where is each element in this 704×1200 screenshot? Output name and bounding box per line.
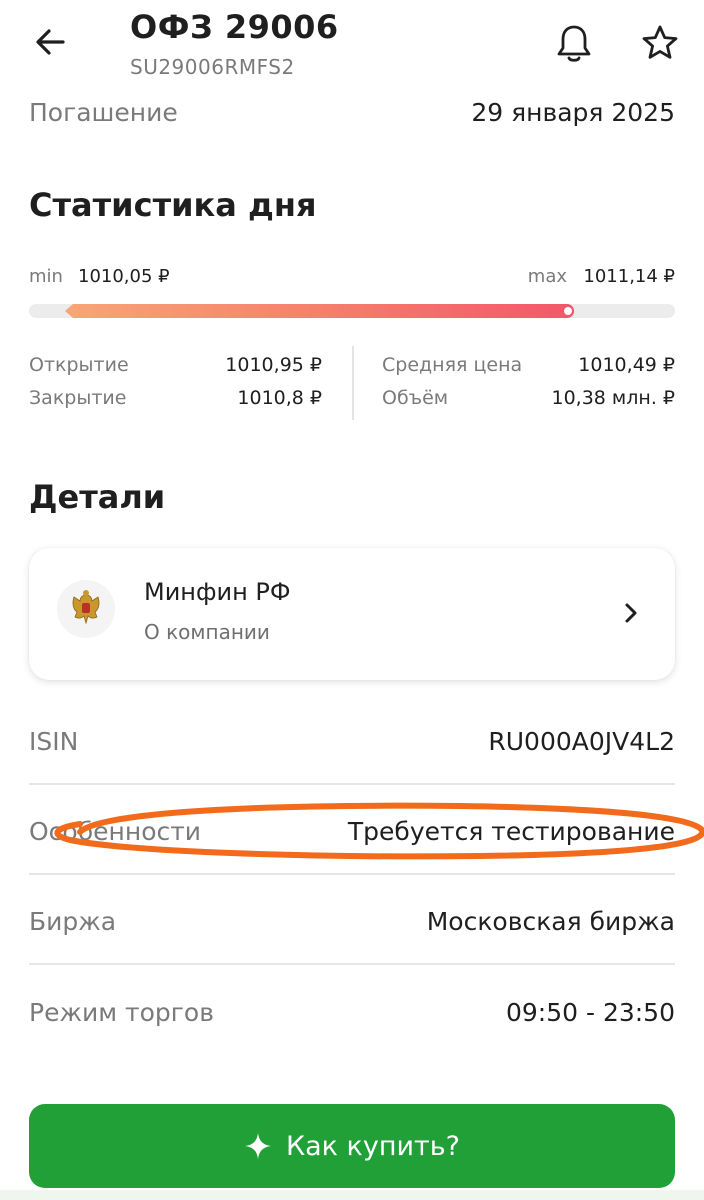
page-title: ОФЗ 29006 (130, 8, 339, 46)
bottom-strip (0, 1190, 704, 1200)
chevron-right-icon (619, 598, 643, 628)
stat-label: Закрытие (29, 387, 127, 409)
detail-value: RU000A0JV4L2 (488, 726, 675, 756)
details-title: Детали (29, 478, 166, 516)
maturity-label: Погашение (29, 97, 178, 127)
stat-volume: Объём 10,38 млн. ₽ (382, 387, 675, 417)
stats-divider (352, 346, 354, 420)
stat-value: 1010,49 ₽ (578, 354, 675, 376)
row-divider (29, 783, 675, 785)
detail-row-trading-hours: Режим торгов 09:50 - 23:50 (29, 967, 675, 1057)
detail-label: Особенности (29, 816, 202, 846)
max-value: 1011,14 ₽ (583, 266, 675, 287)
row-divider (29, 873, 675, 875)
min-value: 1010,05 ₽ (78, 266, 170, 287)
back-button[interactable] (26, 20, 74, 64)
detail-row-features: Особенности Требуется тестирование (29, 786, 675, 876)
company-name: Минфин РФ (144, 578, 291, 606)
stat-value: 1010,8 ₽ (237, 387, 322, 409)
price-range-bar (29, 304, 675, 318)
arrow-left-icon (36, 29, 65, 55)
maturity-row: Погашение 29 января 2025 (29, 92, 675, 132)
ticker-code: SU29006RMFS2 (130, 55, 295, 79)
favorite-button[interactable] (634, 18, 686, 68)
notifications-button[interactable] (548, 18, 600, 68)
day-stats-title: Статистика дня (29, 186, 317, 224)
bell-icon (557, 25, 591, 62)
stat-label: Открытие (29, 354, 129, 376)
how-to-buy-label: Как купить? (285, 1130, 461, 1162)
detail-value: 09:50 - 23:50 (505, 997, 675, 1027)
stat-value: 1010,95 ₽ (225, 354, 322, 376)
detail-row-exchange: Биржа Московская биржа (29, 876, 675, 966)
price-range-fill (65, 304, 574, 318)
stat-open: Открытие 1010,95 ₽ (29, 354, 322, 384)
coat-of-arms-icon (57, 580, 115, 638)
detail-value: Требуется тестирование (347, 816, 675, 846)
detail-value: Московская биржа (426, 906, 675, 936)
top-app-bar: ОФЗ 29006 SU29006RMFS2 (0, 0, 704, 90)
about-company-link[interactable]: О компании (144, 620, 270, 644)
company-card[interactable]: Минфин РФ О компании (29, 548, 675, 680)
stat-label: Объём (382, 387, 449, 409)
stat-close: Закрытие 1010,8 ₽ (29, 387, 322, 417)
how-to-buy-button[interactable]: Как купить? (29, 1104, 675, 1188)
row-divider (29, 963, 675, 965)
min-label: min (29, 266, 63, 287)
price-range-thumb (562, 305, 574, 317)
stat-average: Средняя цена 1010,49 ₽ (382, 354, 675, 384)
detail-label: Режим торгов (29, 997, 214, 1027)
star-icon (642, 25, 678, 59)
price-range-labels: min 1010,05 ₽ max 1011,14 ₽ (29, 262, 675, 292)
detail-label: ISIN (29, 726, 79, 756)
detail-label: Биржа (29, 906, 117, 936)
sparkle-icon (244, 1133, 271, 1159)
max-label: max (527, 266, 567, 287)
maturity-value: 29 января 2025 (471, 97, 675, 127)
stat-value: 10,38 млн. ₽ (551, 387, 676, 409)
stat-label: Средняя цена (382, 354, 523, 376)
day-stats-table: Открытие 1010,95 ₽ Закрытие 1010,8 ₽ Сре… (29, 346, 675, 420)
detail-row-isin: ISIN RU000A0JV4L2 (29, 696, 675, 786)
